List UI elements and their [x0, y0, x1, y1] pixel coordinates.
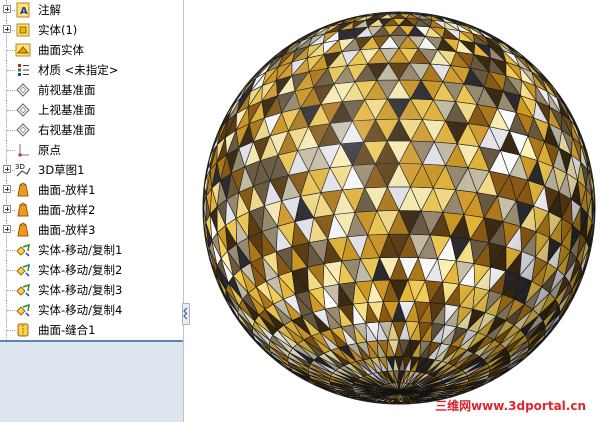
expand-toggle-icon[interactable] — [3, 225, 11, 233]
tree-item-label: 曲面-缝合1 — [38, 323, 96, 337]
svg-text:3D: 3D — [15, 163, 25, 171]
origin-icon — [15, 142, 31, 158]
tree-item[interactable]: 前视基准面 — [0, 80, 183, 100]
tree-item-label: 原点 — [38, 143, 61, 157]
tree-item[interactable]: 实体-移动/复制4 — [0, 300, 183, 320]
faceted-sphere-model[interactable] — [190, 0, 602, 422]
move-copy-icon — [15, 242, 31, 258]
watermark-url: www.3dportal.cn — [471, 399, 586, 413]
tree-item[interactable]: 3D 3D草图1 — [0, 160, 183, 180]
expand-toggle-icon[interactable] — [3, 165, 11, 173]
tree-connector — [7, 250, 15, 251]
tree-connector — [7, 270, 15, 271]
feature-manager-tree: A 注解 实体(1) 曲面实体 材质 <未指定> 前视基准面 上视基准面 右视基准面 原点 3D 3… — [0, 0, 184, 422]
tree-connector — [7, 70, 15, 71]
move-copy-icon — [15, 282, 31, 298]
tree-item-label: 实体-移动/复制2 — [38, 263, 123, 277]
tree-item[interactable]: 曲面-放样1 — [0, 180, 183, 200]
plane-icon — [15, 102, 31, 118]
tree-panel-footer — [0, 340, 183, 422]
surface-loft-icon — [15, 202, 31, 218]
solid-bodies-icon — [15, 22, 31, 38]
tree-item-label: 曲面-放样3 — [38, 223, 96, 237]
tree-item[interactable]: 曲面-放样3 — [0, 220, 183, 240]
surface-loft-icon — [15, 222, 31, 238]
tree-item-label: 右视基准面 — [38, 123, 96, 137]
tree-connector — [7, 310, 15, 311]
tree-item-label: 实体-移动/复制4 — [38, 303, 123, 317]
tree-connector — [7, 150, 15, 151]
tree-item[interactable]: 材质 <未指定> — [0, 60, 183, 80]
sphere-shading — [203, 12, 595, 404]
tree-item[interactable]: 曲面实体 — [0, 40, 183, 60]
tree-item-label: 实体(1) — [38, 23, 78, 37]
tree-item-label: 曲面实体 — [38, 43, 84, 57]
tree-item-label: 注解 — [38, 3, 61, 17]
tree-connector — [7, 50, 15, 51]
plane-icon — [15, 82, 31, 98]
tree-item-label: 实体-移动/复制3 — [38, 283, 123, 297]
expand-toggle-icon[interactable] — [3, 185, 11, 193]
annotations-icon: A — [15, 2, 31, 18]
tree-item-label: 前视基准面 — [38, 83, 96, 97]
tree-connector — [7, 90, 15, 91]
tree-item-label: 材质 <未指定> — [38, 63, 119, 77]
watermark-cn: 三维网 — [435, 399, 472, 413]
tree-connector — [7, 330, 15, 331]
tree-item[interactable]: 曲面-缝合1 — [0, 320, 183, 340]
tree-item-label: 上视基准面 — [38, 103, 96, 117]
tree-connector — [7, 110, 15, 111]
move-copy-icon — [15, 302, 31, 318]
tree-item[interactable]: 上视基准面 — [0, 100, 183, 120]
expand-toggle-icon[interactable] — [3, 205, 11, 213]
tree-item[interactable]: A 注解 — [0, 0, 183, 20]
move-copy-icon — [15, 262, 31, 278]
tree-item[interactable]: 实体-移动/复制2 — [0, 260, 183, 280]
tree-item[interactable]: 曲面-放样2 — [0, 200, 183, 220]
tree-item-label: 曲面-放样2 — [38, 203, 96, 217]
graphics-area[interactable]: 三维网www.3dportal.cn — [190, 0, 602, 422]
tree-item-label: 3D草图1 — [38, 163, 85, 177]
plane-icon — [15, 122, 31, 138]
expand-toggle-icon[interactable] — [3, 5, 11, 13]
expand-toggle-icon[interactable] — [3, 25, 11, 33]
material-icon — [15, 62, 31, 78]
surface-bodies-icon — [15, 42, 31, 58]
panel-collapse-handle[interactable] — [182, 303, 190, 325]
tree-item[interactable]: 原点 — [0, 140, 183, 160]
tree-connector — [7, 290, 15, 291]
tree-item[interactable]: 实体-移动/复制1 — [0, 240, 183, 260]
surface-loft-icon — [15, 182, 31, 198]
tree-connector — [7, 130, 15, 131]
tree-item[interactable]: 实体(1) — [0, 20, 183, 40]
tree-item-label: 曲面-放样1 — [38, 183, 96, 197]
watermark: 三维网www.3dportal.cn — [435, 397, 586, 414]
sketch3d-icon: 3D — [15, 162, 31, 178]
surface-knit-icon — [15, 322, 31, 338]
tree-item-label: 实体-移动/复制1 — [38, 243, 123, 257]
tree-item[interactable]: 实体-移动/复制3 — [0, 280, 183, 300]
svg-text:A: A — [20, 6, 28, 17]
tree-item[interactable]: 右视基准面 — [0, 120, 183, 140]
collapse-arrow-icon — [183, 307, 188, 320]
